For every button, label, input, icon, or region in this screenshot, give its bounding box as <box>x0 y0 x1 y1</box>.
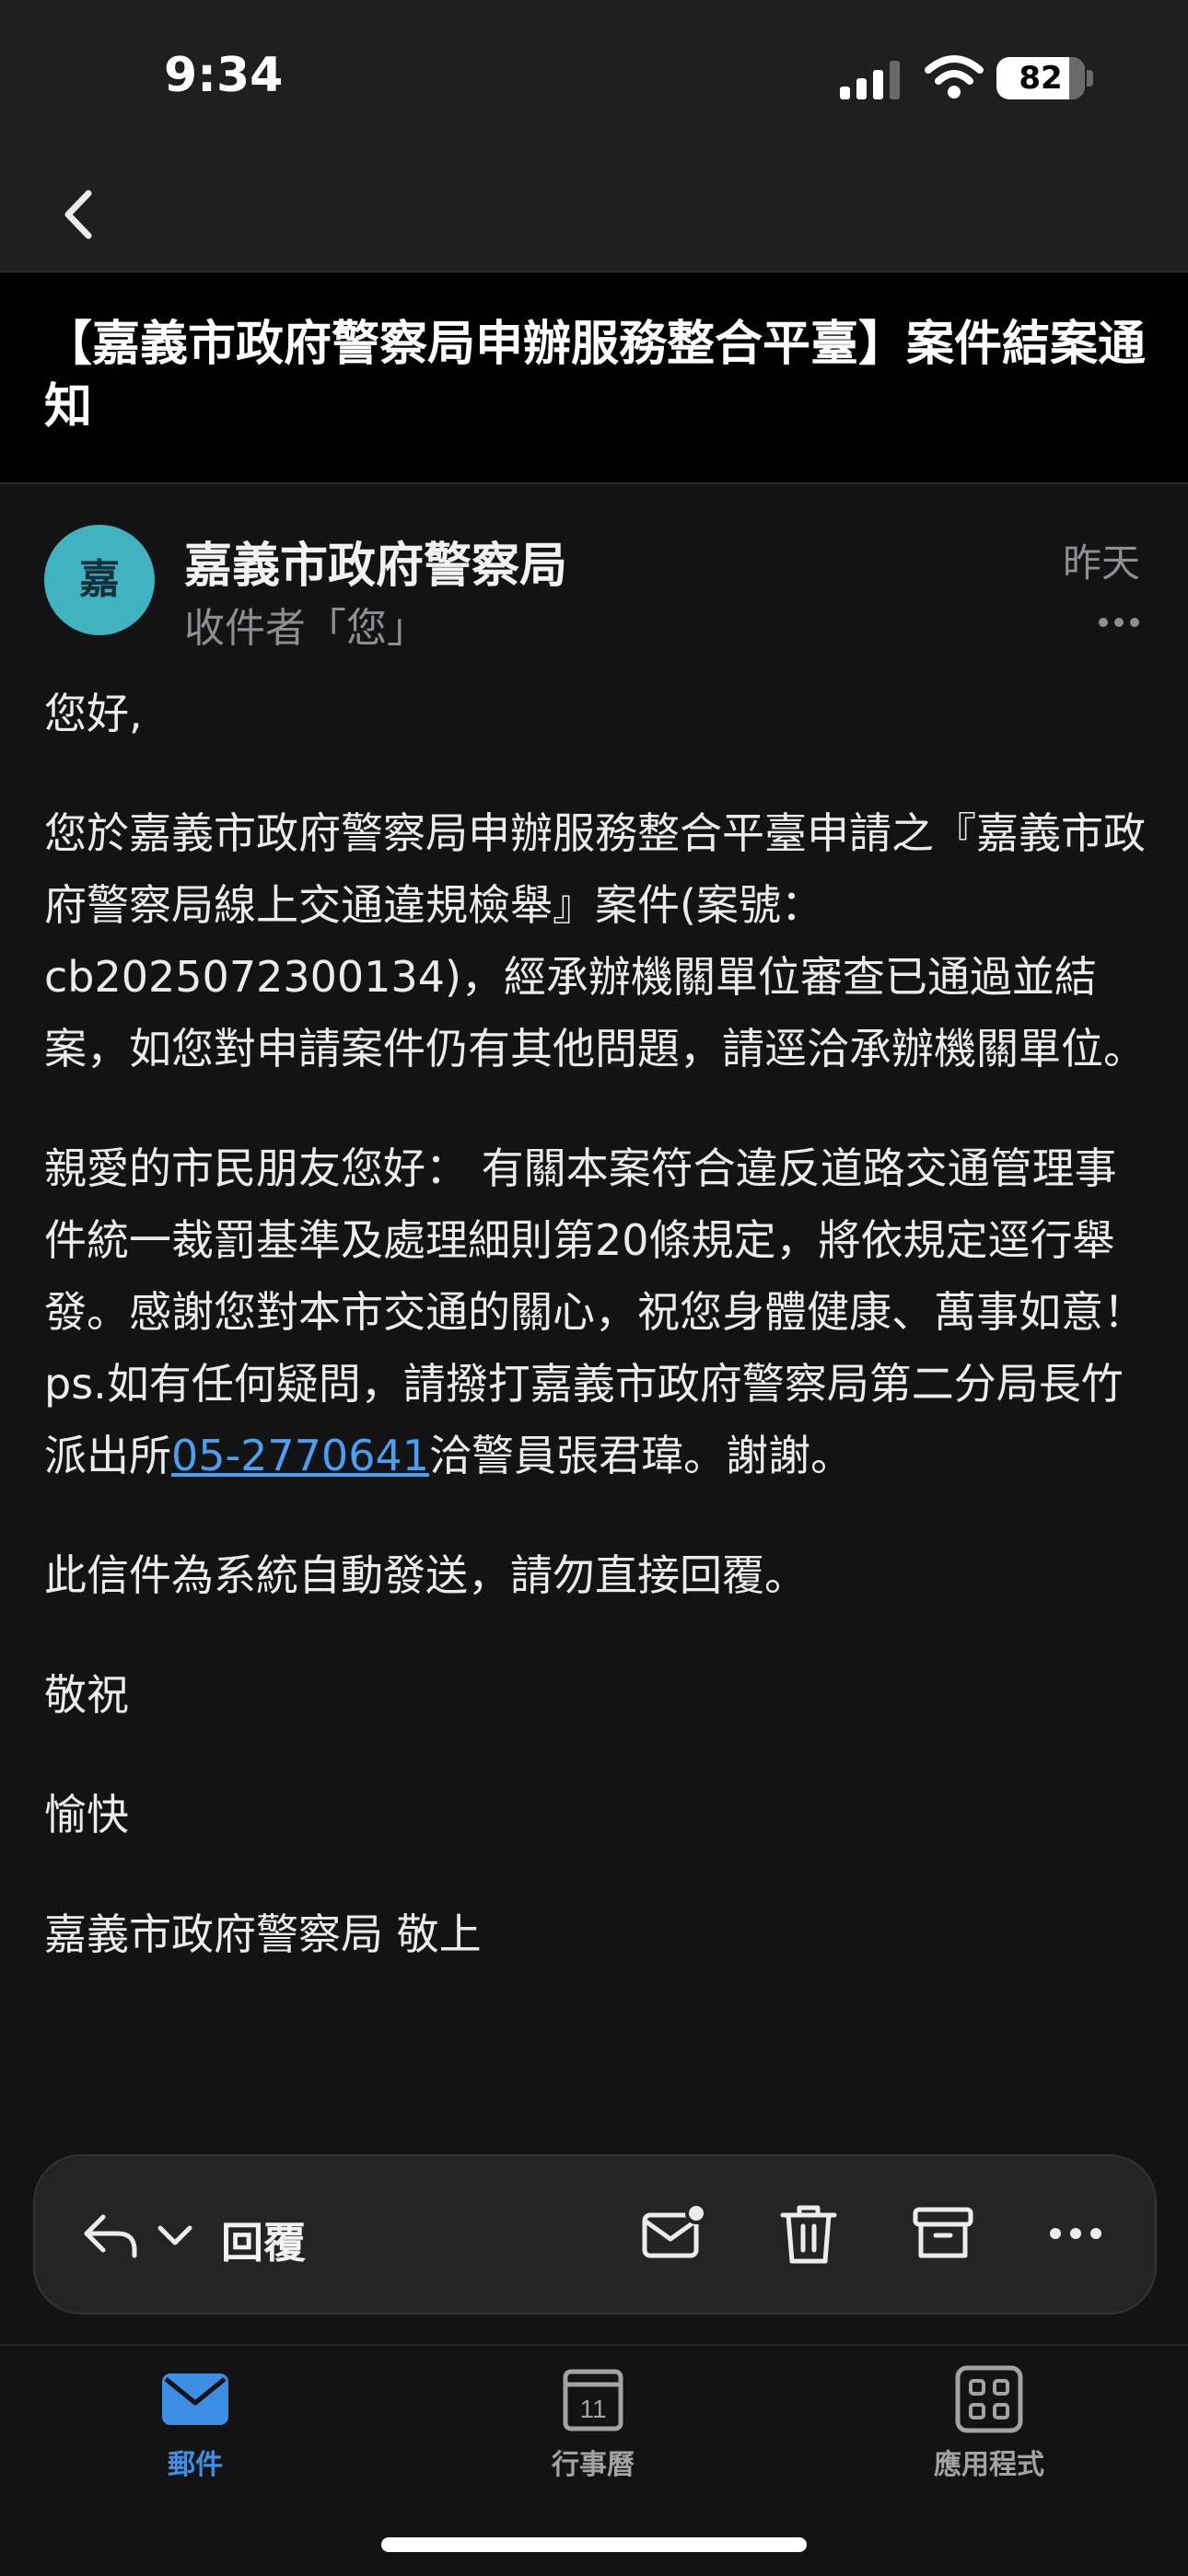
mark-unread-icon[interactable] <box>637 2197 711 2270</box>
recipient-line[interactable]: 收件者「您」 <box>184 595 427 654</box>
body-paragraph-1: 您於嘉義市政府警察局申辦服務整合平臺申請之『嘉義市政府警察局線上交通違規檢舉』案… <box>44 808 1146 1073</box>
cellular-signal-icon <box>840 61 900 99</box>
battery-tip <box>1087 70 1093 87</box>
back-chevron-icon[interactable] <box>52 175 125 254</box>
trash-icon[interactable] <box>772 2197 845 2270</box>
sender-name[interactable]: 嘉義市政府警察局 <box>184 527 567 596</box>
home-indicator[interactable] <box>381 2537 807 2552</box>
reply-label: 回覆 <box>221 2218 306 2268</box>
signature: 嘉義市政府警察局 敬上 <box>44 1909 482 1959</box>
closing-line-1: 敬祝 <box>44 1670 129 1720</box>
body-paragraph-2: 親愛的市民朋友您好： 有關本案符合違反道路交通管理事件統一裁罰基準及處理細則第2… <box>44 1132 1149 1491</box>
email-date: 昨天 <box>1062 540 1140 586</box>
status-bar: 9:34 82 <box>0 0 1188 157</box>
closing-line-2: 愉快 <box>44 1790 129 1839</box>
more-actions-icon[interactable] <box>1039 2197 1112 2270</box>
mail-icon <box>162 2373 228 2425</box>
wifi-icon <box>925 55 984 99</box>
email-action-bar: 回覆 <box>33 2154 1157 2315</box>
tab-mail-label: 郵件 <box>168 2449 223 2481</box>
tab-mail[interactable]: 郵件 <box>85 2364 306 2512</box>
status-time: 9:34 <box>164 48 284 103</box>
battery-level: 82 <box>1019 60 1063 97</box>
paragraph-2-tail: 洽警員張君瑋。謝謝。 <box>429 1431 853 1480</box>
tab-calendar-label: 行事曆 <box>552 2449 635 2481</box>
calendar-day-number: 11 <box>579 2395 606 2423</box>
battery-icon: 82 <box>996 57 1085 99</box>
navigation-bar <box>0 157 1188 273</box>
email-body: 您好, 您於嘉義市政府警察局申辦服務整合平臺申請之『嘉義市政府警察局線上交通違規… <box>44 678 1149 2018</box>
sender-avatar[interactable]: 嘉 <box>44 525 155 635</box>
reply-options-chevron-icon[interactable] <box>155 2219 195 2252</box>
tab-calendar[interactable]: 11 行事曆 <box>483 2364 704 2512</box>
tab-apps[interactable]: 應用程式 <box>879 2364 1100 2512</box>
reply-arrow-icon <box>84 2214 137 2258</box>
phone-link[interactable]: 05-2770641 <box>171 1431 429 1480</box>
message-more-icon[interactable] <box>1098 615 1140 630</box>
archive-icon[interactable] <box>906 2197 980 2270</box>
body-paragraph-3: 此信件為系統自動發送，請勿直接回覆。 <box>44 1550 807 1600</box>
email-subject-header: 【嘉義市政府警察局申辦服務整合平臺】案件結案通知 <box>0 273 1188 484</box>
email-subject: 【嘉義市政府警察局申辦服務整合平臺】案件結案通知 <box>44 317 1147 435</box>
apps-grid-icon <box>955 2365 1023 2433</box>
greeting: 您好, <box>44 689 143 738</box>
tab-apps-label: 應用程式 <box>934 2449 1044 2481</box>
calendar-icon: 11 <box>563 2369 623 2431</box>
